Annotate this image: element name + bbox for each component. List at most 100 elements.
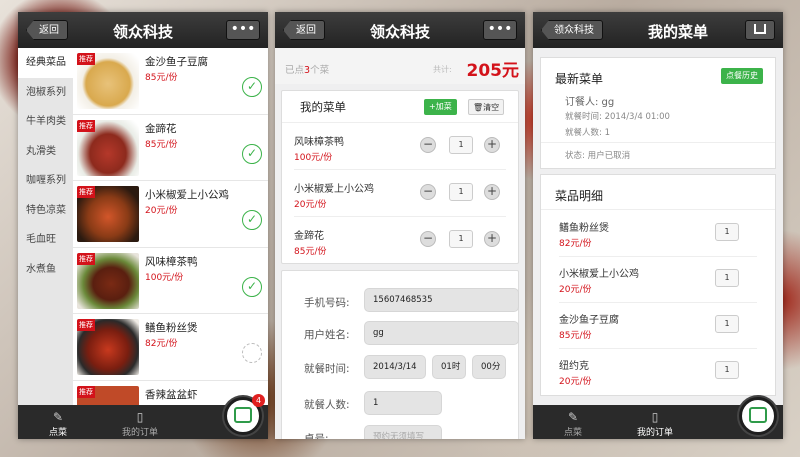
- add-dish-button[interactable]: +加菜: [424, 99, 457, 115]
- category-item[interactable]: 丸滑类: [18, 137, 73, 167]
- minus-button[interactable]: −: [420, 137, 436, 153]
- cart-item-price: 20元/份: [294, 200, 327, 210]
- item-name: 小米椒爱上小公鸡: [559, 269, 639, 280]
- name-input[interactable]: gg: [364, 321, 519, 345]
- dish-item[interactable]: 推荐 金沙鱼子豆腐 85元/份 ✓: [73, 48, 268, 115]
- quantity-field[interactable]: 1: [449, 136, 473, 154]
- total-price: 205元: [466, 61, 520, 81]
- category-item[interactable]: 咖喱系列: [18, 166, 73, 196]
- category-item[interactable]: 特色凉菜: [18, 196, 73, 226]
- cart-item: 小米椒爱上小公鸡 20元/份 − 1 +: [294, 170, 506, 217]
- dish-item[interactable]: 推荐 鳝鱼粉丝煲 82元/份 ✓: [73, 314, 268, 381]
- document-icon: ▯: [651, 410, 659, 424]
- order-form: 手机号码: 15607468535 用户姓名: gg 就餐时间: 2014/3/…: [281, 270, 519, 439]
- dish-name: 金蹄花: [145, 122, 177, 135]
- item-price: 85元/份: [559, 331, 592, 341]
- minus-button[interactable]: −: [420, 231, 436, 247]
- date-input[interactable]: 2014/3/14: [364, 355, 426, 379]
- phone-menu-screen: 返回 领众科技 ••• 经典菜品 泡椒系列 牛羊肉类 丸滑类 咖喱系列 特色凉菜…: [18, 12, 268, 439]
- minus-button[interactable]: −: [420, 184, 436, 200]
- minute-select[interactable]: 00分: [472, 355, 506, 379]
- tab-order[interactable]: ✎ 点菜: [533, 405, 613, 439]
- selected-count: 已点3个菜: [285, 65, 330, 76]
- table-input[interactable]: 预约无须填写: [364, 425, 442, 439]
- item-name: 金沙鱼子豆腐: [559, 315, 619, 326]
- dish-image: 推荐: [77, 53, 139, 109]
- clear-button[interactable]: 🗑清空: [468, 99, 505, 115]
- plus-button[interactable]: +: [484, 231, 500, 247]
- header: 返回 领众科技 •••: [275, 12, 525, 48]
- order-status: 状态: 用户已取消: [565, 151, 631, 161]
- plus-button[interactable]: +: [484, 184, 500, 200]
- header: 领众科技 我的菜单: [533, 12, 783, 48]
- dish-name: 香辣盆盆虾: [145, 388, 198, 401]
- order-people: 就餐人数: 1: [565, 128, 610, 138]
- category-item[interactable]: 经典菜品: [18, 48, 73, 78]
- category-item[interactable]: 水煮鱼: [18, 255, 73, 285]
- dish-item[interactable]: 推荐 风味樟茶鸭 100元/份 ✓: [73, 248, 268, 314]
- phone-input[interactable]: 15607468535: [364, 288, 519, 312]
- item-qty: 1: [715, 269, 739, 287]
- phone-cart-screen: 返回 领众科技 ••• 已点3个菜 共计: 205元 我的菜单 +加菜 🗑清空 …: [275, 12, 525, 439]
- plus-button[interactable]: +: [484, 137, 500, 153]
- people-input[interactable]: 1: [364, 391, 442, 415]
- check-icon[interactable]: ✓: [242, 77, 262, 97]
- edit-icon: ✎: [52, 410, 64, 424]
- check-icon[interactable]: ✓: [242, 276, 262, 297]
- unchecked-circle-icon[interactable]: ✓: [242, 343, 262, 363]
- divider: [541, 142, 775, 143]
- item-qty: 1: [715, 315, 739, 333]
- category-item[interactable]: 牛羊肉类: [18, 107, 73, 137]
- more-button[interactable]: •••: [483, 20, 517, 40]
- my-menu-card: 我的菜单 +加菜 🗑清空 风味樟茶鸭 100元/份 − 1 + 小米椒爱上小公鸡…: [281, 90, 519, 264]
- cart-icon: [234, 407, 252, 423]
- cart-item: 风味樟茶鸭 100元/份 − 1 +: [294, 123, 506, 170]
- check-icon[interactable]: ✓: [242, 143, 262, 164]
- item-price: 20元/份: [559, 285, 592, 295]
- more-button[interactable]: •••: [226, 20, 260, 40]
- hour-select[interactable]: 01时: [432, 355, 466, 379]
- name-label: 用户姓名:: [304, 329, 350, 341]
- latest-order-card: 最新菜单 点餐历史 订餐人: gg 就餐时间: 2014/3/4 01:00 就…: [540, 57, 776, 169]
- quantity-field[interactable]: 1: [449, 183, 473, 201]
- share-button[interactable]: [745, 20, 775, 40]
- recommend-tag: 推荐: [77, 119, 95, 132]
- my-menu-title: 我的菜单: [300, 100, 346, 114]
- check-icon[interactable]: ✓: [242, 210, 262, 230]
- cart-button[interactable]: 4: [224, 394, 265, 435]
- cart-item-name: 小米椒爱上小公鸡: [294, 184, 374, 195]
- category-item[interactable]: 毛血旺: [18, 225, 73, 255]
- category-item[interactable]: 泡椒系列: [18, 78, 73, 108]
- tab-label: 我的订单: [121, 428, 158, 438]
- dish-item[interactable]: 推荐 金蹄花 85元/份 ✓: [73, 115, 268, 181]
- share-icon: [754, 24, 766, 34]
- detail-title: 菜品明细: [555, 189, 604, 203]
- dish-list: 推荐 金沙鱼子豆腐 85元/份 ✓ 推荐 金蹄花 85元/份 ✓ 推荐 小米椒爱…: [73, 48, 268, 405]
- tab-my-orders[interactable]: ▯ 我的订单: [615, 405, 695, 439]
- latest-order-title: 最新菜单: [555, 72, 604, 86]
- category-sidebar: 经典菜品 泡椒系列 牛羊肉类 丸滑类 咖喱系列 特色凉菜 毛血旺 水煮鱼: [18, 48, 73, 405]
- dish-image: 推荐: [77, 252, 139, 309]
- document-icon: ▯: [136, 410, 144, 424]
- my-menu-header: 我的菜单 +加菜 🗑清空: [282, 91, 518, 123]
- cart-item: 金蹄花 85元/份 − 1 +: [294, 217, 506, 264]
- header: 返回 领众科技 •••: [18, 12, 268, 48]
- cart-item-name: 金蹄花: [294, 231, 324, 242]
- clear-label: 清空: [483, 103, 500, 112]
- dish-price: 85元/份: [145, 73, 178, 83]
- tab-bar: ✎ 点菜 ▯ 我的订单 4: [18, 394, 268, 439]
- dish-item[interactable]: 推荐 小米椒爱上小公鸡 20元/份 ✓: [73, 181, 268, 248]
- item-price: 82元/份: [559, 239, 592, 249]
- cart-button[interactable]: [739, 397, 777, 435]
- detail-item: 鳝鱼粉丝煲 82元/份 1: [559, 211, 757, 257]
- table-label: 桌号:: [304, 433, 329, 439]
- tab-order[interactable]: ✎ 点菜: [18, 405, 98, 439]
- tab-my-orders[interactable]: ▯ 我的订单: [100, 405, 180, 439]
- trash-icon: 🗑: [473, 103, 484, 112]
- order-time: 就餐时间: 2014/3/4 01:00: [565, 112, 670, 122]
- quantity-field[interactable]: 1: [449, 230, 473, 248]
- history-button[interactable]: 点餐历史: [721, 68, 763, 84]
- divider: [541, 209, 775, 210]
- dish-price: 20元/份: [145, 206, 178, 216]
- dish-image: 推荐: [77, 186, 139, 242]
